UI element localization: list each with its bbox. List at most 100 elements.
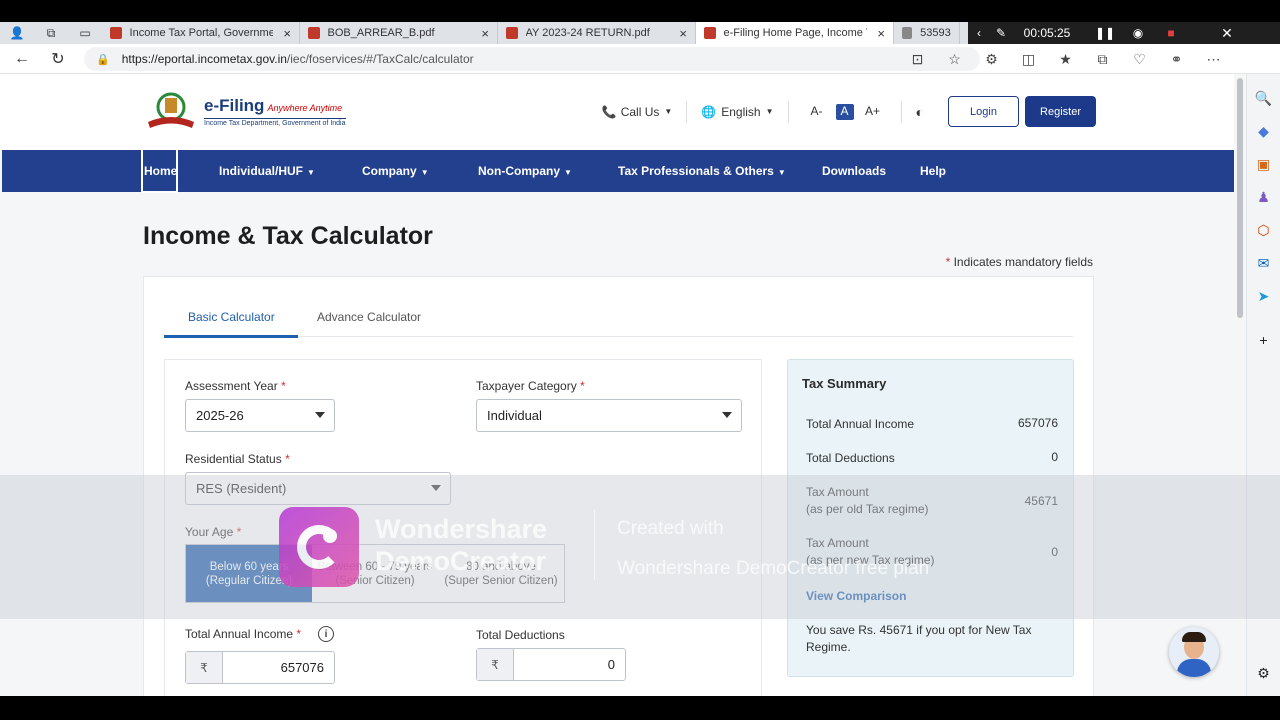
required-mark: * <box>285 452 290 466</box>
efiling-logo[interactable]: e-Filing Anywhere Anytime Income Tax Depa… <box>144 92 346 130</box>
chevron-down-icon: ▼ <box>420 168 429 177</box>
app-available-icon[interactable]: ⊡ <box>899 51 936 68</box>
browser-tab-2[interactable]: BOB_ARREAR_B.pdf × <box>300 22 498 44</box>
tab-title: e-Filing Home Page, Income Tax <box>723 27 868 39</box>
favorite-star-icon[interactable]: ☆ <box>936 51 973 68</box>
screen-recorder-bar: ‹ ✎ 00:05:25 ❚❚ ◉ ■ ✕ <box>968 22 1280 44</box>
assessment-year-select[interactable]: 2025-26 <box>185 399 335 432</box>
pause-icon[interactable]: ❚❚ <box>1082 26 1128 40</box>
split-screen-icon[interactable]: ◫ <box>1010 51 1047 68</box>
outlook-icon[interactable]: ✉ <box>1252 247 1276 280</box>
copilot-extras-icon[interactable]: ⚭ <box>1158 51 1195 68</box>
nav-help[interactable]: Help <box>920 164 946 178</box>
savings-note: You save Rs. 45671 if you opt for New Ta… <box>806 623 1032 654</box>
assessment-year-label: Assessment Year * <box>185 379 286 393</box>
total-deductions-input[interactable]: ₹ 0 <box>476 648 626 681</box>
tab-basic-calculator[interactable]: Basic Calculator <box>188 310 275 324</box>
globe-icon: 🌐 <box>701 104 717 119</box>
tab-title: AY 2023-24 RETURN.pdf <box>525 27 650 39</box>
contrast-icon[interactable]: ◐ <box>916 104 924 120</box>
total-income-input[interactable]: ₹ 657076 <box>185 651 335 684</box>
increase-font-button[interactable]: A+ <box>864 104 882 120</box>
divider <box>900 100 902 123</box>
collections-icon[interactable]: ⧉ <box>1084 51 1121 68</box>
briefcase-icon[interactable]: ▣ <box>1252 148 1276 181</box>
tab-title: 535934 <box>920 27 951 39</box>
pdf-icon <box>308 27 320 39</box>
tab-close-icon[interactable]: × <box>283 26 291 41</box>
tab-close-icon[interactable]: × <box>877 26 885 41</box>
nav-company[interactable]: Company ▼ <box>362 164 429 178</box>
scrollbar-thumb[interactable] <box>1237 78 1243 318</box>
url-host: https://eportal.incometax.gov.in <box>121 52 287 66</box>
logo-tagline: Anywhere Anytime <box>267 102 343 113</box>
search-icon[interactable]: 🔍 <box>1252 82 1276 115</box>
watermark-divider <box>594 510 595 580</box>
pen-icon[interactable]: ✎ <box>990 26 1012 40</box>
url-path: /iec/foservices/#/TaxCalc/calculator <box>286 52 474 66</box>
logo-subtitle: Income Tax Department, Government of Ind… <box>204 117 346 127</box>
nav-individual-huf[interactable]: Individual/HUF ▼ <box>219 164 315 178</box>
label-text: Residential Status <box>185 452 282 466</box>
tab-close-icon[interactable]: × <box>679 26 687 41</box>
calculator-tabs: Basic Calculator Advance Calculator <box>164 277 1073 338</box>
workspaces-icon[interactable]: ⧉ <box>34 22 68 44</box>
watermark-plan-note: Wondershare DemoCreator free plan <box>617 558 930 579</box>
caret-down-icon <box>722 412 732 418</box>
label-text: Total Annual Income <box>185 627 294 641</box>
record-target-icon[interactable]: ◉ <box>1128 26 1148 40</box>
profile-icon[interactable]: 👤 <box>0 22 34 44</box>
total-deductions-label: Total Deductions <box>476 628 565 642</box>
default-font-button[interactable]: A <box>835 103 854 120</box>
nav-non-company[interactable]: Non-Company ▼ <box>478 164 572 178</box>
browser-tab-1[interactable]: Income Tax Portal, Government × <box>102 22 300 44</box>
taxpayer-category-label: Taxpayer Category * <box>476 379 585 393</box>
stop-icon[interactable]: ■ <box>1148 26 1194 40</box>
nav-label: Individual/HUF <box>219 164 303 178</box>
browser-tab-5[interactable]: 535934 <box>894 22 960 44</box>
address-bar: ← ↻ 🔒 https://eportal.incometax.gov.in/i… <box>0 44 1280 74</box>
avatar-hair-shape <box>1182 632 1206 642</box>
language-selector[interactable]: 🌐 English ▼ <box>701 105 773 119</box>
chevron-down-icon: ▼ <box>664 107 673 116</box>
add-icon[interactable]: + <box>1252 323 1276 356</box>
office-icon[interactable]: ⬡ <box>1252 214 1276 247</box>
nav-home-focus-ring <box>141 148 178 193</box>
close-icon[interactable]: ✕ <box>1194 25 1260 42</box>
register-button[interactable]: Register <box>1025 96 1096 127</box>
tab-actions-icon[interactable]: ▭ <box>68 22 102 44</box>
call-us-menu[interactable]: 📞 Call Us ▼ <box>602 105 673 119</box>
chatbot-avatar-button[interactable] <box>1169 627 1219 677</box>
tag-icon[interactable]: ◆ <box>1252 115 1276 148</box>
language-label: English <box>721 104 761 119</box>
chevron-left-icon[interactable]: ‹ <box>968 26 990 40</box>
required-mark: * <box>580 379 585 393</box>
phone-icon: 📞 <box>601 104 617 119</box>
games-icon[interactable]: ♟ <box>1252 181 1276 214</box>
browser-essentials-icon[interactable]: ♡ <box>1121 51 1158 68</box>
browser-tab-3[interactable]: AY 2023-24 RETURN.pdf × <box>498 22 696 44</box>
send-icon[interactable]: ➤ <box>1252 280 1276 313</box>
tab-favicon-icon <box>704 27 716 39</box>
tab-advance-calculator[interactable]: Advance Calculator <box>317 310 421 324</box>
settings-gear-icon[interactable]: ⚙ <box>1252 657 1276 690</box>
decrease-font-button[interactable]: A- <box>808 104 826 120</box>
tab-close-icon[interactable]: × <box>481 26 489 41</box>
main-navigation: Home Individual/HUF ▼ Company ▼ Non-Compan… <box>2 150 1234 192</box>
nav-downloads[interactable]: Downloads <box>822 164 886 178</box>
tax-summary-title: Tax Summary <box>802 376 887 391</box>
taxpayer-category-select[interactable]: Individual <box>476 399 742 432</box>
nav-tax-professionals[interactable]: Tax Professionals & Others ▼ <box>618 164 786 178</box>
info-icon[interactable]: i <box>318 626 334 642</box>
summary-value: 657076 <box>1017 416 1058 430</box>
favorites-icon[interactable]: ★ <box>1047 51 1084 68</box>
refresh-icon[interactable]: ↻ <box>40 44 76 74</box>
mandatory-note: * Indicates mandatory fields <box>946 255 1093 269</box>
browser-tab-4-active[interactable]: e-Filing Home Page, Income Tax × <box>696 22 894 44</box>
back-arrow-icon[interactable]: ← <box>4 44 40 74</box>
login-button[interactable]: Login <box>948 96 1019 127</box>
url-field[interactable]: 🔒 https://eportal.incometax.gov.in/iec/f… <box>84 47 980 71</box>
summary-label: Total Annual Income <box>806 417 915 431</box>
extensions-icon[interactable]: ⚙ <box>973 51 1010 68</box>
more-menu-icon[interactable]: ⋯ <box>1195 51 1232 68</box>
